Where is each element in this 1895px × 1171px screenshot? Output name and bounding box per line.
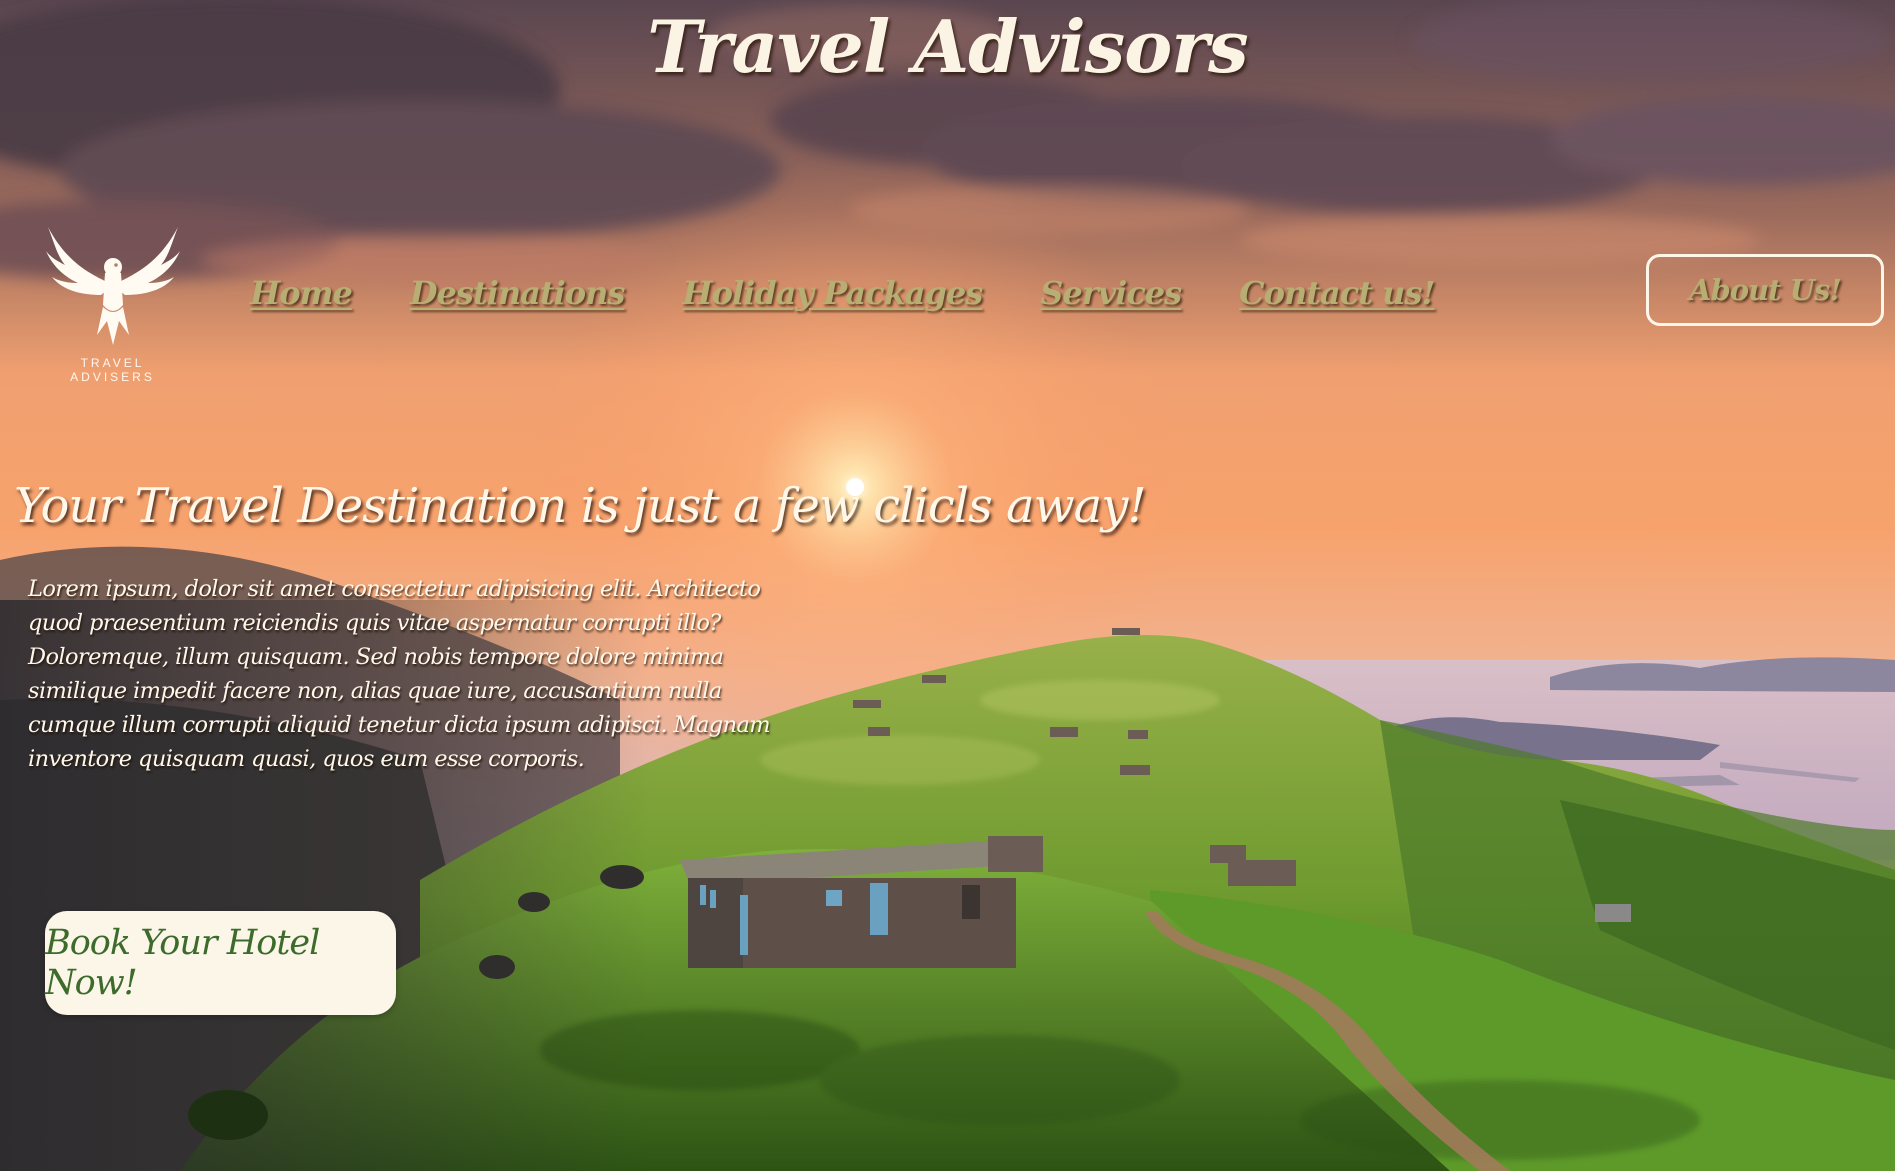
- logo[interactable]: TRAVEL ADVISERS: [40, 225, 185, 390]
- nav-destinations-link[interactable]: Destinations: [410, 274, 626, 312]
- nav-contact-link[interactable]: Contact us!: [1239, 274, 1435, 312]
- site-title: Travel Advisors: [647, 4, 1248, 89]
- hero-paragraph: Lorem ipsum, dolor sit amet consectetur …: [28, 576, 771, 772]
- book-hotel-button[interactable]: Book Your Hotel Now!: [45, 911, 396, 1015]
- nav-holiday-packages-link[interactable]: Holiday Packages: [682, 274, 983, 312]
- logo-text-line2: ADVISERS: [70, 370, 155, 384]
- main-nav: Home Destinations Holiday Packages Servi…: [250, 268, 1493, 318]
- eagle-icon: [40, 225, 185, 350]
- nav-home-link[interactable]: Home: [250, 274, 353, 312]
- about-us-button[interactable]: About Us!: [1646, 254, 1884, 326]
- hero-heading: Your Travel Destination is just a few cl…: [14, 478, 1147, 534]
- logo-text-line1: TRAVEL: [80, 356, 145, 370]
- nav-services-link[interactable]: Services: [1040, 274, 1182, 312]
